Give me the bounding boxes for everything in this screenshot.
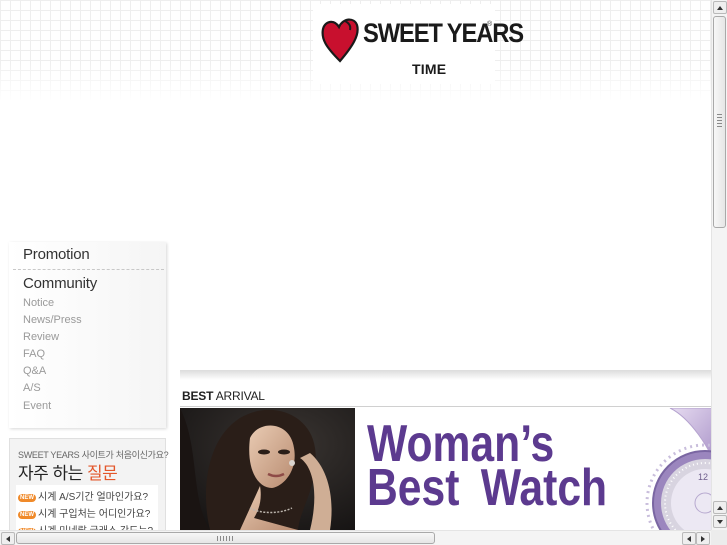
vertical-scrollbar[interactable]: [711, 0, 727, 530]
best-title-bold: BEST: [182, 389, 214, 403]
faq-item-text: 시계 A/S기간 얼마인가요?: [38, 492, 149, 503]
best-arrival-title: BEST ARRIVAL: [182, 389, 265, 403]
sidebar-item-notice[interactable]: Notice: [23, 297, 54, 309]
faq-title-accent: 질문: [87, 464, 118, 483]
sidebar-item-event[interactable]: Event: [23, 400, 51, 412]
logo-brand-text: SWEET YEARS: [363, 18, 524, 48]
banner-model-photo[interactable]: [180, 408, 355, 530]
arrow-right-icon[interactable]: [696, 532, 710, 545]
banner-headline-word2: Watch: [480, 459, 608, 517]
faq-item-text: 시계 구입처는 어디인가요?: [38, 509, 151, 520]
logo-sub-text: TIME: [412, 61, 447, 77]
site-logo[interactable]: SWEET YEARS ® TIME: [313, 4, 524, 84]
best-arrival-divider: [180, 406, 711, 407]
sidebar-item-news-press[interactable]: News/Press: [23, 314, 82, 326]
registered-mark: ®: [487, 21, 493, 28]
new-badge: NEW: [18, 494, 36, 502]
arrow-up-icon[interactable]: [713, 501, 727, 514]
sidebar-item-as[interactable]: A/S: [23, 382, 41, 394]
banner-headline-panel[interactable]: Woman’s Best Watch 12: [355, 408, 711, 530]
sidebar-item-faq[interactable]: FAQ: [23, 348, 45, 360]
sidebar-item-qna[interactable]: Q&A: [23, 365, 46, 377]
vertical-scroll-thumb[interactable]: [713, 16, 726, 228]
faq-item[interactable]: NEW 시계 구입처는 어디인가요?: [18, 505, 151, 520]
faq-title-plain: 자주 하는: [18, 464, 83, 483]
faq-box: SWEET YEARS 사이트가 처음이신가요? 자주 하는 질문 NEW 시계 …: [9, 438, 169, 538]
horizontal-scroll-thumb[interactable]: [16, 532, 435, 544]
content-divider-shadow: [180, 370, 711, 380]
arrow-left-icon[interactable]: [1, 532, 15, 545]
new-badge: NEW: [18, 511, 36, 519]
faq-item[interactable]: NEW 시계 A/S기간 얼마인가요?: [18, 488, 149, 503]
horizontal-scrollbar[interactable]: [0, 530, 711, 545]
sidebar-menu: Promotion Community Notice News/Press Re…: [9, 242, 166, 428]
arrow-up-icon[interactable]: [713, 1, 727, 14]
model-photo-illustration: [180, 408, 355, 530]
sidebar-divider: [13, 269, 164, 270]
sidebar-item-review[interactable]: Review: [23, 331, 59, 343]
watch-illustration: 12: [645, 408, 711, 530]
banner-headline-word1: Best: [367, 459, 460, 517]
banner-headline-line2: Best Watch: [367, 458, 607, 518]
sidebar-item-community[interactable]: Community: [23, 275, 97, 292]
best-title-rest: ARRIVAL: [215, 389, 265, 403]
arrow-left-icon[interactable]: [682, 532, 696, 545]
sidebar-item-promotion[interactable]: Promotion: [23, 246, 90, 263]
scrollbar-corner: [711, 530, 727, 545]
arrow-down-icon[interactable]: [713, 515, 727, 528]
faq-title[interactable]: 자주 하는 질문: [18, 459, 118, 484]
heart-icon: [321, 18, 359, 63]
svg-text:12: 12: [698, 472, 708, 482]
